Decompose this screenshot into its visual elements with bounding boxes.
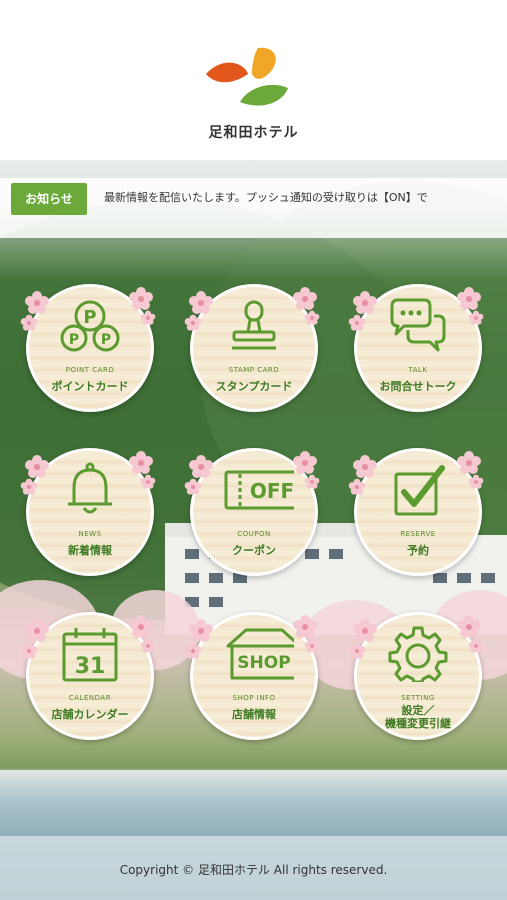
menu-label-jp: お問合せトーク bbox=[379, 380, 457, 393]
notice-tag[interactable]: お知らせ bbox=[11, 183, 87, 215]
menu-tile-reserve[interactable]: RESERVE 予約 bbox=[348, 444, 488, 580]
menu-tile-point-card[interactable]: P P P POINT CARD ポイントカード bbox=[20, 280, 160, 416]
shop-icon: SHOP bbox=[226, 628, 294, 680]
coupon-icon: OFF bbox=[224, 470, 294, 510]
menu-label-jp: 予約 bbox=[407, 544, 429, 557]
calendar-icon-text: 31 bbox=[75, 654, 106, 679]
menu-label-jp: 設定／ 機種変更引継 bbox=[348, 704, 488, 730]
calendar-icon: 31 bbox=[62, 628, 118, 682]
checkbox-icon bbox=[394, 465, 445, 516]
notice-ticker-text[interactable]: 最新情報を配信いたします。プッシュ通知の受け取りは【ON】で bbox=[104, 189, 499, 209]
menu-tile-setting[interactable]: SETTING 設定／ 機種変更引継 bbox=[348, 608, 488, 744]
shop-icon-text: SHOP bbox=[237, 653, 290, 673]
menu-label-jp-line2: 機種変更引継 bbox=[385, 717, 451, 730]
menu-label-en: CALENDAR bbox=[68, 694, 112, 702]
svg-text:P: P bbox=[69, 332, 79, 348]
hotel-logo-icon bbox=[206, 47, 288, 106]
chat-bubbles-icon bbox=[390, 298, 446, 352]
menu-tile-talk[interactable]: TALK お問合せトーク bbox=[348, 280, 488, 416]
svg-text:P: P bbox=[101, 332, 111, 348]
menu-label-en: SHOP INFO bbox=[232, 694, 276, 702]
hotel-brand-name: 足和田ホテル bbox=[208, 125, 299, 141]
svg-text:P: P bbox=[83, 307, 96, 328]
menu-label-jp: 店舗情報 bbox=[232, 708, 276, 721]
menu-tile-calendar[interactable]: 31 CALENDAR 店舗カレンダー bbox=[20, 608, 160, 744]
menu-label-jp: クーポン bbox=[232, 544, 276, 557]
coupon-icon-text: OFF bbox=[250, 479, 294, 503]
menu-label-en: POINT CARD bbox=[65, 366, 115, 374]
menu-label-jp: 店舗カレンダー bbox=[51, 708, 129, 721]
menu-tile-news[interactable]: NEWS 新着情報 bbox=[20, 444, 160, 580]
menu-label-en: TALK bbox=[408, 366, 428, 374]
menu-label-en: NEWS bbox=[78, 530, 102, 538]
menu-label-en: SETTING bbox=[401, 694, 435, 702]
menu-label-jp-line1: 設定／ bbox=[401, 704, 435, 717]
menu-label-jp: ポイントカード bbox=[51, 380, 129, 393]
menu-label-en: STAMP CARD bbox=[228, 366, 280, 374]
menu-tile-shop-info[interactable]: SHOP SHOP INFO 店舗情報 bbox=[184, 608, 324, 744]
point-card-icon: P P P bbox=[60, 300, 120, 352]
menu-label-jp: 新着情報 bbox=[68, 544, 112, 557]
bell-icon bbox=[68, 462, 112, 514]
menu-tile-stamp-card[interactable]: STAMP CARD スタンプカード bbox=[184, 280, 324, 416]
menu-tile-coupon[interactable]: OFF COUPON クーポン bbox=[184, 444, 324, 580]
menu-label-en: COUPON bbox=[237, 530, 271, 538]
app-header: 足和田ホテル bbox=[0, 0, 507, 160]
copyright-text: Copyright © 足和田ホテル All rights reserved. bbox=[119, 863, 388, 877]
gear-icon bbox=[388, 626, 448, 682]
menu-label-jp: スタンプカード bbox=[215, 380, 293, 393]
menu-label-en: RESERVE bbox=[400, 530, 436, 538]
stamp-icon bbox=[232, 300, 276, 350]
